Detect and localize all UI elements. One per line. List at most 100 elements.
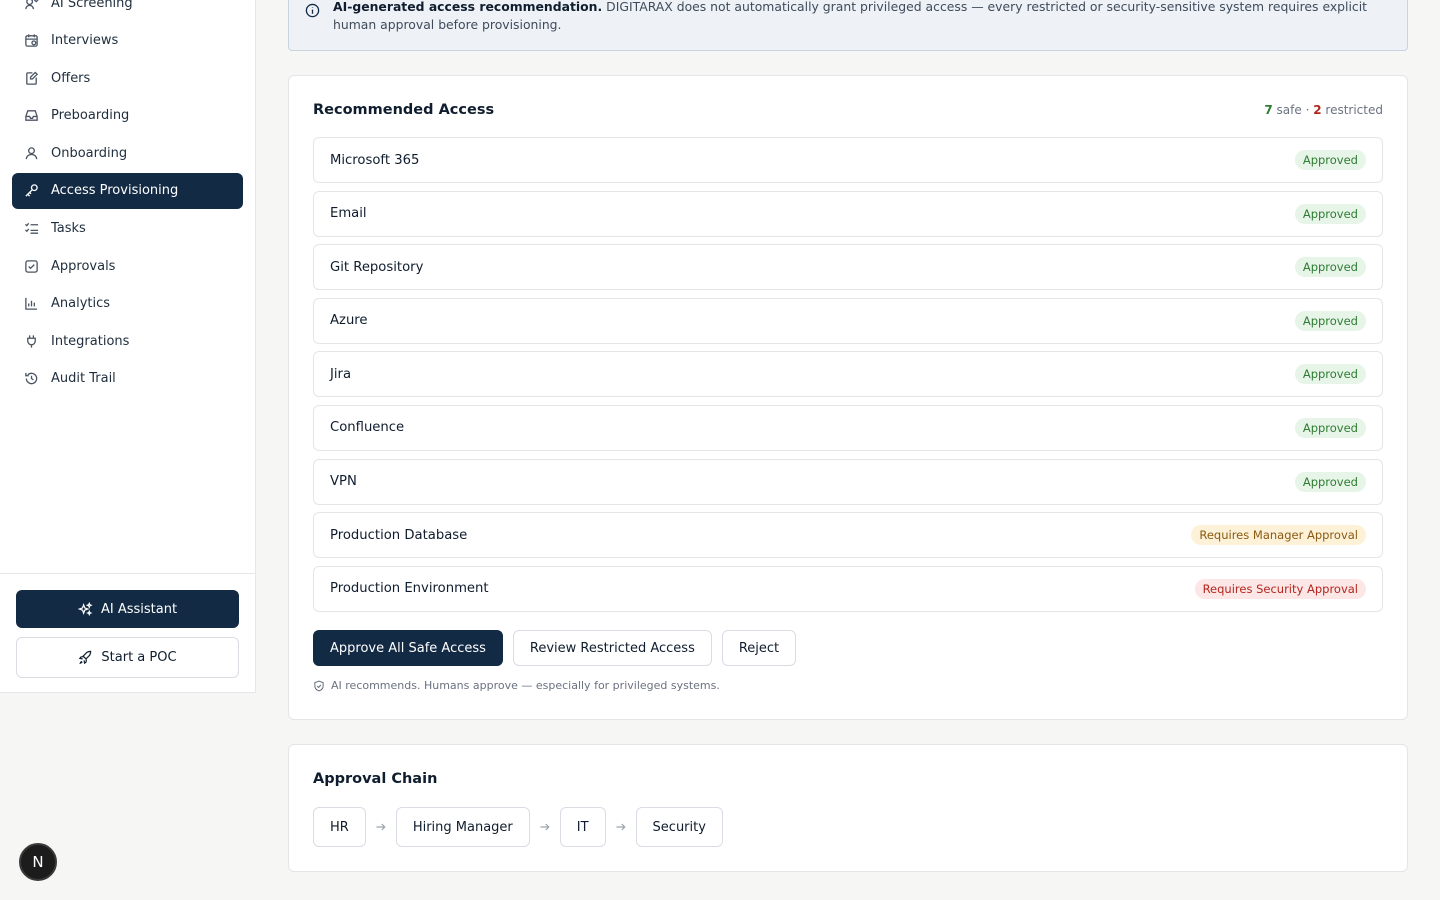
sidebar-item-audit-trail[interactable]: Audit Trail (12, 361, 243, 397)
footnote-text: AI recommends. Humans approve — especial… (331, 679, 720, 692)
access-name: Azure (330, 313, 368, 329)
info-icon (305, 3, 320, 23)
sidebar-item-label: Onboarding (51, 145, 128, 161)
review-restricted-button[interactable]: Review Restricted Access (512, 630, 712, 666)
ai-recommendation-notice: AI-generated access recommendation. DIGI… (288, 0, 1408, 51)
check-square-icon (24, 259, 39, 274)
bar-chart-icon (24, 296, 39, 311)
sidebar: AI Screening Interviews Offers Preboardi… (0, 0, 256, 693)
access-row-production-environment[interactable]: Production Environment Requires Security… (313, 565, 1383, 612)
ai-footnote: AI recommends. Humans approve — especial… (313, 679, 720, 692)
status-badge: Approved (1294, 471, 1366, 492)
approve-all-safe-button[interactable]: Approve All Safe Access (313, 630, 503, 666)
sidebar-item-access-provisioning[interactable]: Access Provisioning (12, 172, 243, 209)
sidebar-item-label: Access Provisioning (51, 183, 179, 199)
sidebar-item-label: Preboarding (51, 108, 130, 124)
sidebar-item-ai-screening[interactable]: AI Screening (12, 0, 243, 21)
chain-step-it: IT (559, 807, 606, 847)
access-name: Jira (330, 366, 352, 382)
sparkles-icon (77, 601, 93, 617)
access-row-vpn[interactable]: VPN Approved (313, 458, 1383, 505)
restricted-count: 2 (1313, 103, 1322, 117)
access-name: Confluence (330, 420, 405, 436)
access-row-confluence[interactable]: Confluence Approved (313, 404, 1383, 451)
sidebar-item-label: AI Screening (51, 0, 133, 11)
arrow-right-icon (530, 821, 560, 833)
chain-step-security: Security (635, 807, 723, 847)
access-actions: Approve All Safe Access Review Restricte… (313, 630, 797, 666)
inbox-icon (24, 108, 39, 123)
plug-icon (24, 334, 39, 349)
sidebar-item-label: Analytics (51, 296, 111, 312)
access-counts: 7 safe · 2 restricted (1264, 103, 1383, 117)
access-list: Microsoft 365 Approved Email Approved Gi… (313, 137, 1383, 619)
calendar-icon (24, 33, 39, 48)
arrow-right-icon (366, 821, 396, 833)
avatar[interactable]: N (19, 843, 57, 881)
recommended-access-card: Recommended Access 7 safe · 2 restricted… (288, 75, 1408, 720)
access-name: VPN (330, 474, 357, 490)
approval-chain-title: Approval Chain (313, 771, 438, 787)
sidebar-item-label: Audit Trail (51, 371, 116, 387)
key-icon (24, 183, 39, 198)
start-poc-label: Start a POC (101, 650, 177, 665)
user-icon (24, 146, 39, 161)
status-badge: Approved (1294, 364, 1366, 385)
ai-assistant-button[interactable]: AI Assistant (16, 590, 239, 628)
reject-button[interactable]: Reject (721, 630, 797, 666)
access-row-email[interactable]: Email Approved (313, 190, 1383, 237)
count-separator: · (1305, 103, 1310, 117)
sidebar-item-label: Interviews (51, 33, 119, 49)
status-badge: Approved (1294, 257, 1366, 278)
approval-chain-card: Approval Chain HR Hiring Manager IT Secu… (288, 744, 1408, 872)
access-row-jira[interactable]: Jira Approved (313, 351, 1383, 398)
ai-assistant-label: AI Assistant (100, 601, 178, 617)
chain-step-hr: HR (313, 807, 366, 847)
sidebar-item-onboarding[interactable]: Onboarding (12, 135, 243, 171)
access-row-microsoft-365[interactable]: Microsoft 365 Approved (313, 137, 1383, 183)
rocket-icon (78, 650, 93, 665)
status-badge: Approved (1294, 203, 1366, 224)
status-badge: Requires Security Approval (1194, 578, 1366, 599)
restricted-label: restricted (1325, 103, 1383, 117)
history-icon (24, 371, 39, 386)
checklist-icon (24, 221, 39, 236)
sidebar-item-interviews[interactable]: Interviews (12, 23, 243, 59)
access-row-production-database[interactable]: Production Database Requires Manager App… (313, 512, 1383, 559)
sidebar-footer: AI Assistant Start a POC (0, 573, 256, 693)
safe-count: 7 (1264, 103, 1273, 117)
arrow-right-icon (606, 821, 636, 833)
sidebar-item-label: Offers (51, 70, 91, 86)
recommended-access-title: Recommended Access (313, 102, 495, 118)
sidebar-nav: AI Screening Interviews Offers Preboardi… (12, 0, 243, 399)
sidebar-item-preboarding[interactable]: Preboarding (12, 98, 243, 134)
sidebar-item-label: Integrations (51, 333, 130, 349)
access-row-git-repository[interactable]: Git Repository Approved (313, 244, 1383, 291)
status-badge: Approved (1294, 310, 1366, 331)
screening-icon (24, 0, 39, 11)
sidebar-item-label: Tasks (51, 221, 86, 237)
sidebar-item-approvals[interactable]: Approvals (12, 248, 243, 284)
start-poc-button[interactable]: Start a POC (16, 637, 239, 678)
avatar-initial: N (32, 853, 44, 871)
safe-label: safe (1276, 103, 1302, 117)
access-row-azure[interactable]: Azure Approved (313, 297, 1383, 344)
access-name: Production Database (330, 527, 468, 543)
notice-title: AI-generated access recommendation. (333, 0, 603, 14)
document-edit-icon (24, 71, 39, 86)
shield-check-icon (313, 680, 325, 692)
status-badge: Approved (1294, 150, 1366, 170)
sidebar-item-integrations[interactable]: Integrations (12, 323, 243, 359)
access-name: Microsoft 365 (330, 152, 420, 168)
approval-chain: HR Hiring Manager IT Security (313, 807, 723, 847)
sidebar-item-tasks[interactable]: Tasks (12, 211, 243, 247)
access-name: Production Environment (330, 581, 489, 597)
sidebar-item-analytics[interactable]: Analytics (12, 286, 243, 322)
access-name: Git Repository (330, 259, 424, 275)
access-name: Email (330, 206, 367, 222)
chain-step-hiring-manager: Hiring Manager (395, 807, 530, 847)
status-badge: Requires Manager Approval (1191, 525, 1366, 546)
status-badge: Approved (1294, 417, 1366, 438)
sidebar-item-offers[interactable]: Offers (12, 60, 243, 96)
sidebar-item-label: Approvals (51, 258, 116, 274)
